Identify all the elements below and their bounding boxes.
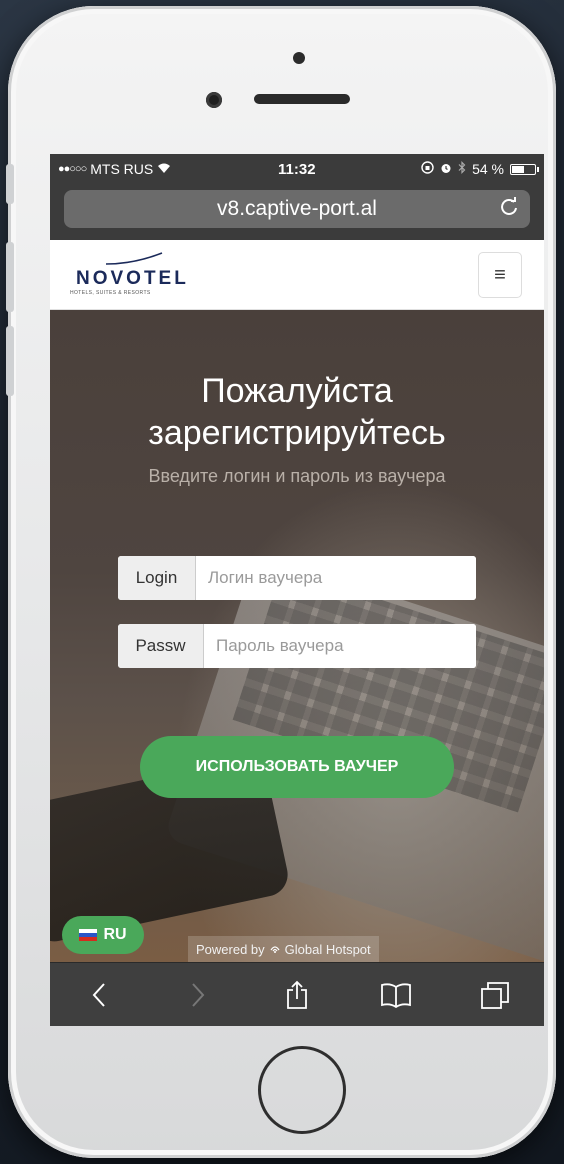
orientation-lock-icon (421, 161, 434, 177)
alarm-icon (440, 161, 452, 177)
mute-switch (6, 164, 14, 204)
url-text: v8.captive-port.al (217, 197, 377, 220)
hamburger-menu-button[interactable]: ≡ (478, 252, 522, 298)
front-camera (206, 92, 222, 108)
russia-flag-icon (79, 929, 98, 941)
site-header: NOVOTEL HOTELS, SUITES & RESORTS ≡ (50, 240, 544, 310)
share-icon (287, 980, 307, 1009)
powered-prefix: Powered by (196, 941, 265, 957)
battery-percent: 54 % (472, 161, 504, 177)
reload-icon[interactable] (498, 196, 520, 224)
wifi-icon (157, 161, 171, 177)
login-field-group: Login (118, 556, 476, 600)
login-hero: Пожалуйста зарегистрируйтесь Введите лог… (50, 310, 544, 962)
brand-tagline: HOTELS, SUITES & RESORTS (70, 290, 151, 296)
back-button[interactable] (79, 975, 119, 1015)
forward-button[interactable] (178, 975, 218, 1015)
powered-brand: Global Hotspot (284, 941, 371, 957)
signal-strength-icon: ●●○○○ (58, 163, 87, 175)
page-title: Пожалуйста зарегистрируйтесь (50, 370, 544, 454)
bookmarks-button[interactable] (376, 975, 416, 1015)
login-input[interactable] (196, 556, 476, 600)
chevron-left-icon (93, 982, 106, 1007)
title-line-1: Пожалуйста (201, 372, 393, 410)
hamburger-icon: ≡ (494, 263, 506, 286)
battery-fill (512, 165, 524, 173)
volume-down-button (6, 326, 14, 396)
home-button[interactable] (258, 1046, 346, 1134)
powered-by-link[interactable]: Powered by Global Hotspot (188, 936, 379, 962)
earpiece-speaker (254, 94, 350, 104)
volume-up-button (6, 242, 14, 312)
password-field-group: Passw (118, 624, 476, 668)
tabs-icon (480, 981, 509, 1009)
global-hotspot-icon (269, 942, 281, 957)
login-label: Login (118, 556, 196, 600)
share-button[interactable] (277, 975, 317, 1015)
use-voucher-button[interactable]: ИСПОЛЬЗОВАТЬ ВАУЧЕР (140, 736, 454, 798)
browser-address-area: v8.captive-port.al (50, 184, 544, 240)
book-icon (380, 982, 411, 1008)
password-input[interactable] (204, 624, 476, 668)
brand-name: NOVOTEL (76, 268, 189, 289)
novotel-logo[interactable]: NOVOTEL HOTELS, SUITES & RESORTS (68, 252, 208, 296)
browser-toolbar (50, 962, 544, 1026)
language-switch-button[interactable]: RU (62, 916, 144, 954)
title-line-2: зарегистрируйтесь (148, 414, 446, 452)
logo-swoosh-icon (105, 252, 163, 265)
battery-icon (510, 163, 539, 175)
address-bar[interactable]: v8.captive-port.al (64, 190, 530, 228)
phone-screen: ●●○○○ MTS RUS 11:32 54 % v8.captive-port… (50, 154, 544, 1026)
status-bar: ●●○○○ MTS RUS 11:32 54 % (50, 154, 544, 184)
language-code: RU (103, 926, 127, 943)
carrier-name: MTS RUS (90, 161, 154, 177)
chevron-right-icon (192, 982, 205, 1007)
clock: 11:32 (278, 160, 316, 178)
bluetooth-icon (458, 161, 466, 177)
password-label: Passw (118, 624, 204, 668)
proximity-sensor (293, 52, 305, 64)
tabs-button[interactable] (475, 975, 515, 1015)
page-subtitle: Введите логин и пароль из ваучера (148, 466, 446, 486)
